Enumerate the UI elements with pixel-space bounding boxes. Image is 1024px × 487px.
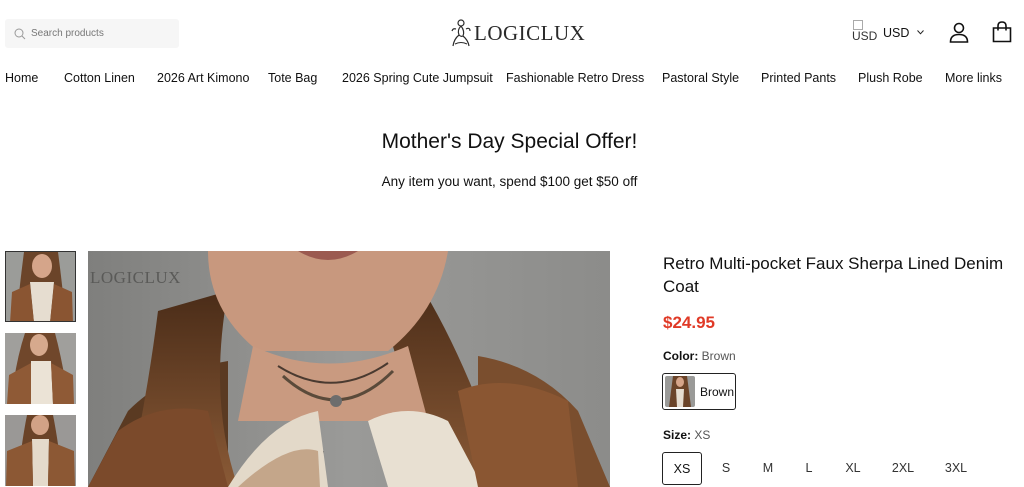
brand-name: LOGICLUX [474, 20, 586, 45]
size-option-m[interactable]: M [760, 452, 776, 485]
search-icon [14, 28, 26, 39]
product-price: $24.95 [663, 313, 715, 332]
flag-image: USD [852, 20, 880, 42]
nav-item-more-links[interactable]: More links [945, 71, 1002, 85]
gallery-thumbnail[interactable] [5, 415, 76, 486]
cart-button[interactable] [992, 21, 1012, 48]
size-value: XS [694, 428, 711, 442]
user-icon [949, 22, 969, 43]
size-option-l[interactable]: L [802, 452, 816, 485]
chevron-down-icon [917, 30, 925, 35]
currency-selector[interactable]: USD USD [852, 20, 925, 42]
brand-logo[interactable]: LOGICLUX [450, 17, 585, 49]
nav-item-retro-dress[interactable]: Fashionable Retro Dress [506, 71, 644, 85]
shopping-bag-icon [992, 21, 1012, 43]
nav-item-art-kimono[interactable]: 2026 Art Kimono [157, 71, 249, 85]
nav-item-pastoral-style[interactable]: Pastoral Style [662, 71, 739, 85]
color-swatch-image [665, 376, 695, 407]
size-option-xs[interactable]: XS [662, 452, 702, 485]
color-option-label: Brown [700, 384, 735, 399]
gallery-thumbnail[interactable] [5, 333, 76, 404]
main-nav: Home Cotton Linen 2026 Art Kimono Tote B… [0, 71, 1024, 87]
nav-item-plush-robe[interactable]: Plush Robe [858, 71, 923, 85]
nav-item-home[interactable]: Home [5, 71, 38, 85]
thumbnail-image [5, 415, 76, 486]
color-label: Color: Brown [663, 349, 736, 363]
color-option-brown[interactable]: Brown [662, 373, 736, 410]
nav-item-spring-jumpsuit[interactable]: 2026 Spring Cute Jumpsuit [342, 71, 493, 85]
thumbnail-image [5, 333, 76, 404]
image-watermark: LOGICLUX [90, 268, 181, 287]
promo-title: Mother's Day Special Offer! [381, 130, 638, 153]
logo-figure-icon [451, 19, 471, 47]
color-value: Brown [701, 349, 736, 363]
size-option-2xl[interactable]: 2XL [890, 452, 916, 485]
product-title: Retro Multi-pocket Faux Sherpa Lined Den… [663, 254, 1004, 296]
nav-item-tote-bag[interactable]: Tote Bag [268, 71, 317, 85]
promo-subtitle: Any item you want, spend $100 get $50 of… [381, 174, 638, 189]
gallery-thumbnail[interactable] [5, 251, 76, 322]
product-main-image[interactable]: LOGICLUX [88, 251, 610, 487]
search-input[interactable] [31, 28, 161, 39]
search-bar[interactable] [5, 19, 179, 48]
currency-label: USD [883, 26, 910, 40]
nav-item-printed-pants[interactable]: Printed Pants [761, 71, 836, 85]
size-label: Size: XS [663, 428, 711, 442]
account-button[interactable] [949, 22, 969, 48]
size-option-s[interactable]: S [718, 452, 734, 485]
thumbnail-image [6, 252, 75, 321]
broken-image-icon [853, 20, 863, 30]
nav-item-cotton-linen[interactable]: Cotton Linen [64, 71, 135, 85]
size-option-xl[interactable]: XL [843, 452, 863, 485]
size-option-3xl[interactable]: 3XL [943, 452, 969, 485]
